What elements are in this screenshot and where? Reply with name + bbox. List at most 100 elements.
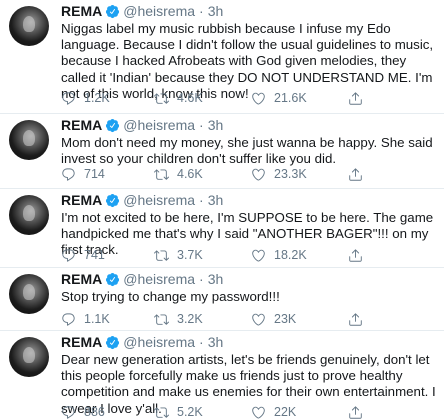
like-icon bbox=[252, 406, 265, 419]
tweet-actions: 714 4.6K 23.3K bbox=[61, 165, 439, 183]
like-button[interactable]: 23K bbox=[251, 310, 296, 328]
avatar[interactable] bbox=[9, 120, 49, 160]
reply-count: 1.1K bbox=[84, 312, 110, 326]
tweet-time[interactable]: 3h bbox=[208, 334, 224, 350]
author-name[interactable]: REMA bbox=[61, 192, 102, 208]
tweet-actions: 1.1K 3.2K 23K bbox=[61, 310, 439, 328]
share-icon bbox=[349, 167, 362, 181]
separator-dot: · bbox=[199, 192, 204, 208]
retweet-button[interactable]: 5.2K bbox=[154, 403, 203, 420]
reply-icon bbox=[62, 312, 75, 326]
share-icon bbox=[349, 248, 362, 262]
reply-button[interactable]: 886 bbox=[61, 403, 105, 420]
tweet-text: Stop trying to change my password!!! bbox=[61, 289, 280, 304]
like-button[interactable]: 21.6K bbox=[251, 89, 307, 107]
verified-badge-icon bbox=[106, 4, 120, 18]
retweet-count: 3.2K bbox=[177, 312, 203, 326]
like-button[interactable]: 22K bbox=[251, 403, 296, 420]
tweet-feed: REMA @heisrema · 3h Niggas label my musi… bbox=[0, 0, 444, 420]
reply-icon bbox=[62, 405, 75, 419]
avatar[interactable] bbox=[9, 195, 49, 235]
tweet[interactable]: REMA @heisrema · 3h Stop trying to chang… bbox=[0, 268, 444, 331]
separator-dot: · bbox=[199, 271, 204, 287]
author-handle[interactable]: @heisrema bbox=[123, 3, 195, 19]
tweet[interactable]: REMA @heisrema · 3h Dear new generation … bbox=[0, 331, 444, 420]
tweet-header: REMA @heisrema · 3h bbox=[61, 333, 223, 351]
verified-badge-icon bbox=[106, 193, 120, 207]
like-icon bbox=[252, 249, 265, 262]
tweet-actions: 1.2K 4.6K 21.6K bbox=[61, 89, 439, 107]
avatar[interactable] bbox=[9, 274, 49, 314]
reply-count: 1.2K bbox=[84, 91, 110, 105]
tweet-time[interactable]: 3h bbox=[208, 192, 224, 208]
author-name[interactable]: REMA bbox=[61, 117, 102, 133]
tweet-text: Mom don't need my money, she just wanna … bbox=[61, 135, 433, 167]
reply-button[interactable]: 714 bbox=[61, 165, 105, 183]
retweet-icon bbox=[154, 92, 169, 104]
share-icon bbox=[349, 405, 362, 419]
reply-icon bbox=[62, 167, 75, 181]
retweet-icon bbox=[154, 313, 169, 325]
verified-badge-icon bbox=[106, 335, 120, 349]
share-icon bbox=[349, 312, 362, 326]
retweet-button[interactable]: 3.7K bbox=[154, 246, 203, 264]
like-button[interactable]: 18.2K bbox=[251, 246, 307, 264]
retweet-count: 4.6K bbox=[177, 167, 203, 181]
tweet[interactable]: REMA @heisrema · 3h Niggas label my musi… bbox=[0, 0, 444, 114]
reply-icon bbox=[62, 91, 75, 105]
retweet-count: 5.2K bbox=[177, 405, 203, 419]
avatar[interactable] bbox=[9, 6, 49, 46]
retweet-button[interactable]: 3.2K bbox=[154, 310, 203, 328]
reply-count: 886 bbox=[84, 405, 105, 419]
avatar[interactable] bbox=[9, 337, 49, 377]
author-handle[interactable]: @heisrema bbox=[123, 271, 195, 287]
tweet-actions: 741 3.7K 18.2K bbox=[61, 246, 439, 264]
tweet-time[interactable]: 3h bbox=[208, 3, 224, 19]
reply-icon bbox=[62, 248, 75, 262]
like-count: 22K bbox=[274, 405, 297, 419]
like-icon bbox=[252, 168, 265, 181]
share-button[interactable] bbox=[348, 403, 363, 420]
tweet-time[interactable]: 3h bbox=[208, 117, 224, 133]
author-name[interactable]: REMA bbox=[61, 3, 102, 19]
author-handle[interactable]: @heisrema bbox=[123, 192, 195, 208]
share-icon bbox=[349, 91, 362, 105]
separator-dot: · bbox=[199, 334, 204, 350]
tweet-header: REMA @heisrema · 3h bbox=[61, 191, 223, 209]
tweet[interactable]: REMA @heisrema · 3h I'm not excited to b… bbox=[0, 189, 444, 268]
tweet-actions: 886 5.2K 22K bbox=[61, 403, 439, 420]
like-button[interactable]: 23.3K bbox=[251, 165, 307, 183]
author-handle[interactable]: @heisrema bbox=[123, 334, 195, 350]
reply-count: 741 bbox=[84, 248, 105, 262]
author-name[interactable]: REMA bbox=[61, 334, 102, 350]
retweet-count: 3.7K bbox=[177, 248, 203, 262]
retweet-count: 4.6K bbox=[177, 91, 203, 105]
author-handle[interactable]: @heisrema bbox=[123, 117, 195, 133]
separator-dot: · bbox=[199, 117, 204, 133]
retweet-button[interactable]: 4.6K bbox=[154, 89, 203, 107]
like-icon bbox=[252, 92, 265, 105]
share-button[interactable] bbox=[348, 246, 363, 264]
verified-badge-icon bbox=[106, 272, 120, 286]
like-count: 21.6K bbox=[274, 91, 307, 105]
like-icon bbox=[252, 313, 265, 326]
reply-count: 714 bbox=[84, 167, 105, 181]
retweet-button[interactable]: 4.6K bbox=[154, 165, 203, 183]
retweet-icon bbox=[154, 249, 169, 261]
like-count: 23K bbox=[274, 312, 297, 326]
tweet[interactable]: REMA @heisrema · 3h Mom don't need my mo… bbox=[0, 114, 444, 189]
tweet-header: REMA @heisrema · 3h bbox=[61, 270, 223, 288]
verified-badge-icon bbox=[106, 118, 120, 132]
tweet-header: REMA @heisrema · 3h bbox=[61, 116, 223, 134]
tweet-time[interactable]: 3h bbox=[208, 271, 224, 287]
reply-button[interactable]: 1.1K bbox=[61, 310, 110, 328]
share-button[interactable] bbox=[348, 165, 363, 183]
author-name[interactable]: REMA bbox=[61, 271, 102, 287]
tweet-header: REMA @heisrema · 3h bbox=[61, 2, 223, 20]
separator-dot: · bbox=[199, 3, 204, 19]
reply-button[interactable]: 1.2K bbox=[61, 89, 110, 107]
like-count: 18.2K bbox=[274, 248, 307, 262]
share-button[interactable] bbox=[348, 310, 363, 328]
reply-button[interactable]: 741 bbox=[61, 246, 105, 264]
share-button[interactable] bbox=[348, 89, 363, 107]
